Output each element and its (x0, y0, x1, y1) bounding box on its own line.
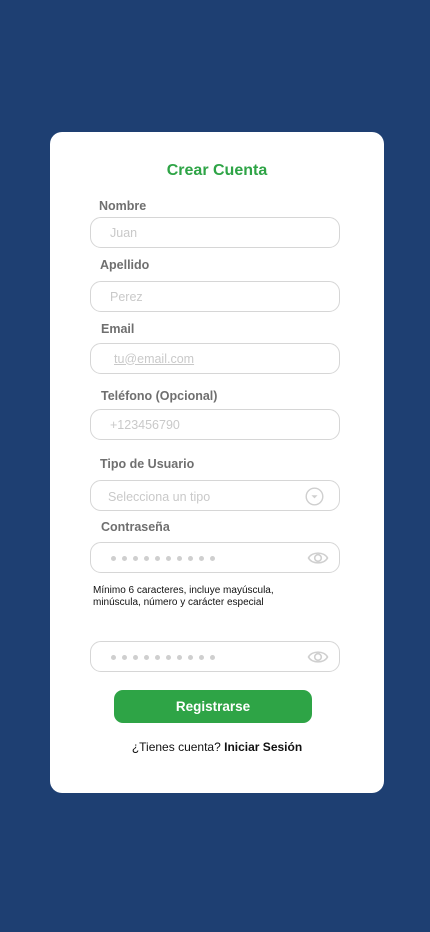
nombre-input[interactable] (91, 218, 339, 247)
tipo-usuario-label: Tipo de Usuario (100, 457, 195, 471)
login-link[interactable]: Iniciar Sesión (224, 740, 302, 754)
nombre-field (90, 217, 340, 248)
password-hint: Mínimo 6 caracteres, incluye mayúscula, … (93, 585, 274, 608)
eye-icon[interactable] (307, 549, 329, 572)
page-title: Crear Cuenta (166, 162, 268, 179)
tipo-usuario-value: Selecciona un tipo (108, 490, 211, 504)
eye-icon[interactable] (307, 648, 329, 671)
confirm-password-field[interactable] (90, 641, 340, 672)
telefono-label: Teléfono (Opcional) (101, 389, 218, 403)
apellido-field (90, 281, 340, 312)
telefono-field (90, 409, 340, 440)
register-button[interactable]: Registrarse (114, 690, 312, 723)
apellido-input[interactable] (91, 282, 339, 311)
nombre-label: Nombre (99, 199, 147, 213)
contrasena-label: Contraseña (101, 520, 170, 534)
apellido-label: Apellido (100, 258, 150, 272)
email-input[interactable] (91, 344, 339, 373)
email-field (90, 343, 340, 374)
password-field[interactable] (90, 542, 340, 573)
login-prompt-text: ¿Tienes cuenta? (131, 740, 221, 754)
chevron-down-icon (305, 487, 324, 511)
password-mask (111, 556, 215, 561)
email-label: Email (101, 322, 135, 336)
login-prompt: ¿Tienes cuenta? Iniciar Sesión (50, 740, 384, 754)
telefono-input[interactable] (91, 410, 339, 439)
tipo-usuario-select[interactable]: Selecciona un tipo (90, 480, 340, 511)
register-card: Crear Cuenta Nombre Apellido Email Teléf… (50, 132, 384, 793)
confirm-password-mask (111, 655, 215, 660)
